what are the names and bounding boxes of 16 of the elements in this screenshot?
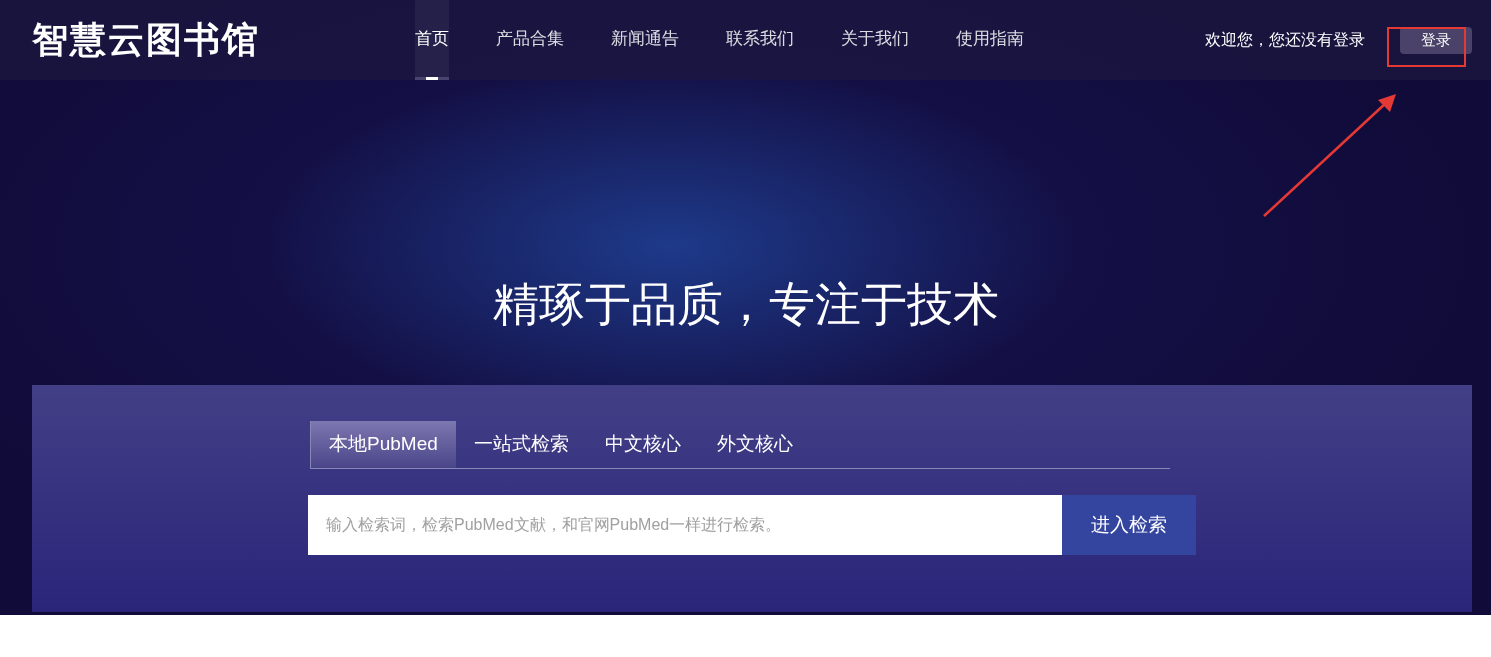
search-field[interactable]: 输入检索词，检索PubMed文献，和官网PubMed一样进行检索。	[308, 495, 1062, 555]
login-button[interactable]: 登录	[1400, 26, 1472, 54]
search-tab[interactable]: 本地PubMed	[310, 421, 456, 468]
nav-link[interactable]: 首页	[415, 0, 449, 80]
nav-link[interactable]: 关于我们	[841, 0, 909, 80]
headline: 精琢于品质，专注于技术	[491, 277, 1000, 332]
nav-link[interactable]: 产品合集	[496, 0, 564, 80]
search-tab[interactable]: 一站式检索	[455, 421, 587, 468]
nav-link[interactable]: 联系我们	[726, 0, 794, 80]
search-tab[interactable]: 外文核心	[698, 421, 811, 468]
site-logo[interactable]: 智慧云图书馆	[32, 13, 332, 67]
nav-link[interactable]: 新闻通告	[611, 0, 679, 80]
nav-link[interactable]: 使用指南	[956, 0, 1024, 80]
search-tab[interactable]: 中文核心	[586, 421, 699, 468]
welcome-text: 欢迎您，您还没有登录	[1205, 30, 1365, 50]
search-button[interactable]: 进入检索	[1062, 495, 1196, 555]
